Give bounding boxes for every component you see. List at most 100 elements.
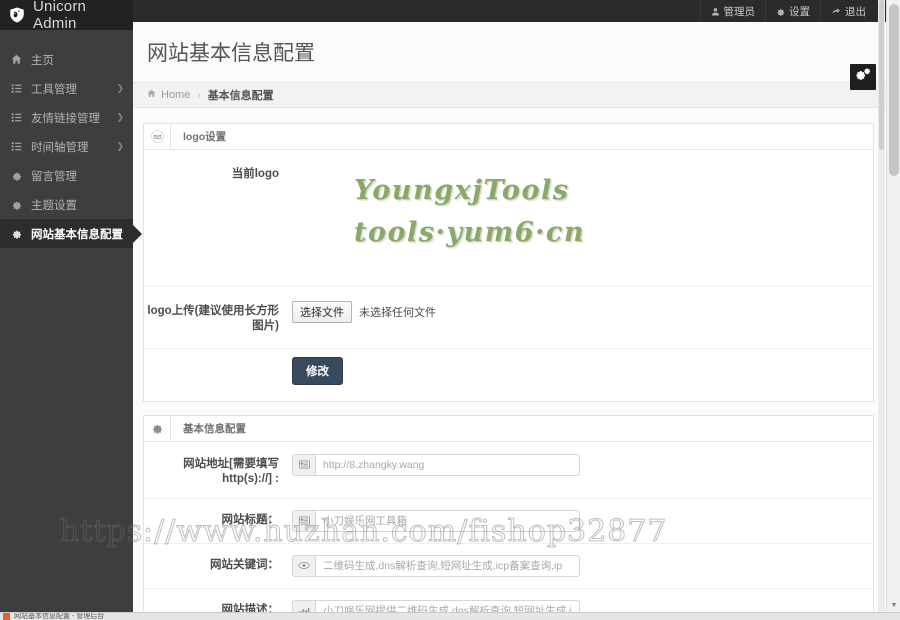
chart-icon <box>292 599 315 612</box>
field-row-site-title: 网站标题： <box>144 499 873 544</box>
id-card-icon <box>292 453 315 476</box>
brand-name: Unicorn Admin <box>33 0 87 32</box>
site-title-input-group <box>292 509 580 532</box>
current-logo-row: 当前logo YoungxjTools tools·yum6·cn <box>144 150 873 287</box>
sidebar-item-label: 网站基本信息配置 <box>31 228 123 241</box>
current-logo-label: 当前logo <box>231 168 279 180</box>
logo-settings-panel: logo设置 当前logo YoungxjTools tools·yum6·cn… <box>143 123 874 402</box>
logo-submit-row: 修改 <box>144 349 873 401</box>
cogs-settings-button[interactable] <box>850 64 876 90</box>
gear-icon <box>9 170 23 181</box>
inner-scrollbar-thumb[interactable] <box>879 0 884 150</box>
user-icon <box>711 7 720 16</box>
home-icon <box>147 89 156 101</box>
gear-icon <box>776 7 785 16</box>
file-status-label: 未选择任何文件 <box>359 306 436 319</box>
site-url-input[interactable] <box>315 453 580 476</box>
topbar-logout-label: 退出 <box>845 5 866 18</box>
page-title: 网站基本信息配置 <box>147 42 315 65</box>
site-keywords-label: 网站关键词： <box>210 558 279 571</box>
chevron-right-icon: ❯ <box>116 141 124 151</box>
eye-icon <box>292 554 315 577</box>
sidebar-item-theme[interactable]: 主题设置 <box>0 190 133 219</box>
taskbar: 网站基本信息配置 - 管理后台 <box>0 612 900 620</box>
gear-icon <box>9 228 23 239</box>
sidebar-item-home[interactable]: 主页 <box>0 45 133 74</box>
site-url-field <box>292 453 873 476</box>
gear-icon <box>144 415 171 441</box>
site-description-input-group <box>292 599 580 612</box>
cogs-icon <box>855 67 871 88</box>
site-title-field <box>292 509 873 532</box>
info-panel-header: 基本信息配置 <box>144 415 873 442</box>
site-keywords-input-group <box>292 554 580 577</box>
breadcrumb-home-label: Home <box>161 89 191 101</box>
gear-icon <box>9 199 23 210</box>
topbar-settings-label: 设置 <box>789 5 810 18</box>
logo-image: YoungxjTools tools·yum6·cn <box>292 164 851 272</box>
browser-scrollbar-thumb[interactable] <box>889 4 899 176</box>
signout-icon <box>831 7 841 16</box>
envelope-icon <box>144 124 171 149</box>
field-row-site-description: 网站描述： <box>144 589 873 612</box>
browser-scrollbar[interactable]: ▲ ▼ <box>886 0 900 612</box>
taskbar-app-icon[interactable] <box>3 613 10 620</box>
chevron-right-icon: › <box>197 89 201 101</box>
scroll-down-arrow-icon[interactable]: ▼ <box>887 598 900 612</box>
sidebar-item-label: 工具管理 <box>31 83 77 96</box>
site-url-input-group <box>292 453 580 476</box>
logo-panel-header: logo设置 <box>144 124 873 150</box>
site-title-label: 网站标题： <box>221 513 280 526</box>
site-description-field <box>292 599 873 612</box>
field-row-site-keywords: 网站关键词： <box>144 544 873 589</box>
basic-info-panel: 基本信息配置 网站地址[需要填写http(s)://] : 网站 <box>143 414 874 612</box>
site-url-label: 网站地址[需要填写http(s)://] : <box>183 457 279 485</box>
sidebar-item-label: 友情链接管理 <box>31 112 100 125</box>
logo-upload-label: logo上传(建议使用长方形图片) <box>147 304 279 332</box>
sidebar: Unicorn Admin 主页 工具管理 ❯ 友情链接管理 ❯ 时间轴管理 ❯… <box>0 0 133 612</box>
brand[interactable]: Unicorn Admin <box>0 0 133 32</box>
site-keywords-input[interactable] <box>315 554 580 577</box>
breadcrumb: Home › 基本信息配置 <box>133 82 886 108</box>
logo-file-input[interactable]: 选择文件 未选择任何文件 <box>292 300 851 323</box>
sidebar-item-label: 主页 <box>31 54 54 67</box>
sidebar-item-friendlinks[interactable]: 友情链接管理 ❯ <box>0 103 133 132</box>
id-card-icon <box>292 509 315 532</box>
choose-file-button[interactable]: 选择文件 <box>292 300 352 323</box>
breadcrumb-current: 基本信息配置 <box>207 90 274 102</box>
topbar-settings[interactable]: 设置 <box>765 0 820 22</box>
site-keywords-field <box>292 554 873 577</box>
inner-scrollbar[interactable] <box>878 0 885 612</box>
taskbar-label[interactable]: 网站基本信息配置 - 管理后台 <box>14 613 104 620</box>
topbar-logout[interactable]: 退出 <box>820 0 876 22</box>
site-description-input[interactable] <box>315 599 580 612</box>
logo-submit-spacer <box>144 357 292 360</box>
sidebar-item-label: 主题设置 <box>31 199 77 212</box>
topbar-admin[interactable]: 管理员 <box>699 0 766 22</box>
list-icon <box>9 141 23 152</box>
sidebar-item-timeline[interactable]: 时间轴管理 ❯ <box>0 132 133 161</box>
logo-save-button[interactable]: 修改 <box>292 356 343 385</box>
sidebar-item-messages[interactable]: 留言管理 <box>0 161 133 190</box>
logo-line-1: YoungxjTools <box>354 175 570 206</box>
sidebar-item-tools[interactable]: 工具管理 ❯ <box>0 74 133 103</box>
sidebar-item-label: 时间轴管理 <box>31 141 89 154</box>
list-icon <box>9 83 23 94</box>
logo-upload-row: logo上传(建议使用长方形图片) 选择文件 未选择任何文件 <box>144 287 873 349</box>
chevron-right-icon: ❯ <box>116 112 124 122</box>
chevron-right-icon: ❯ <box>116 83 124 93</box>
home-icon <box>9 54 23 65</box>
breadcrumb-home[interactable]: Home <box>147 89 190 101</box>
app-window: Unicorn Admin 主页 工具管理 ❯ 友情链接管理 ❯ 时间轴管理 ❯… <box>0 0 900 620</box>
main-content: 网站基本信息配置 Home › 基本信息配置 logo设置 当前logo You… <box>133 22 886 612</box>
field-row-site-url: 网站地址[需要填写http(s)://] : <box>144 442 873 499</box>
logo-panel-title: logo设置 <box>183 131 227 143</box>
topbar-admin-label: 管理员 <box>723 5 756 18</box>
site-description-label: 网站描述： <box>221 603 280 612</box>
list-icon <box>9 112 23 123</box>
site-title-input[interactable] <box>315 509 580 532</box>
shield-unicorn-icon <box>8 6 26 24</box>
logo-line-2: tools·yum6·cn <box>354 216 585 248</box>
scroll-area: logo设置 当前logo YoungxjTools tools·yum6·cn… <box>133 110 886 612</box>
sidebar-item-site-config[interactable]: 网站基本信息配置 <box>0 219 133 248</box>
